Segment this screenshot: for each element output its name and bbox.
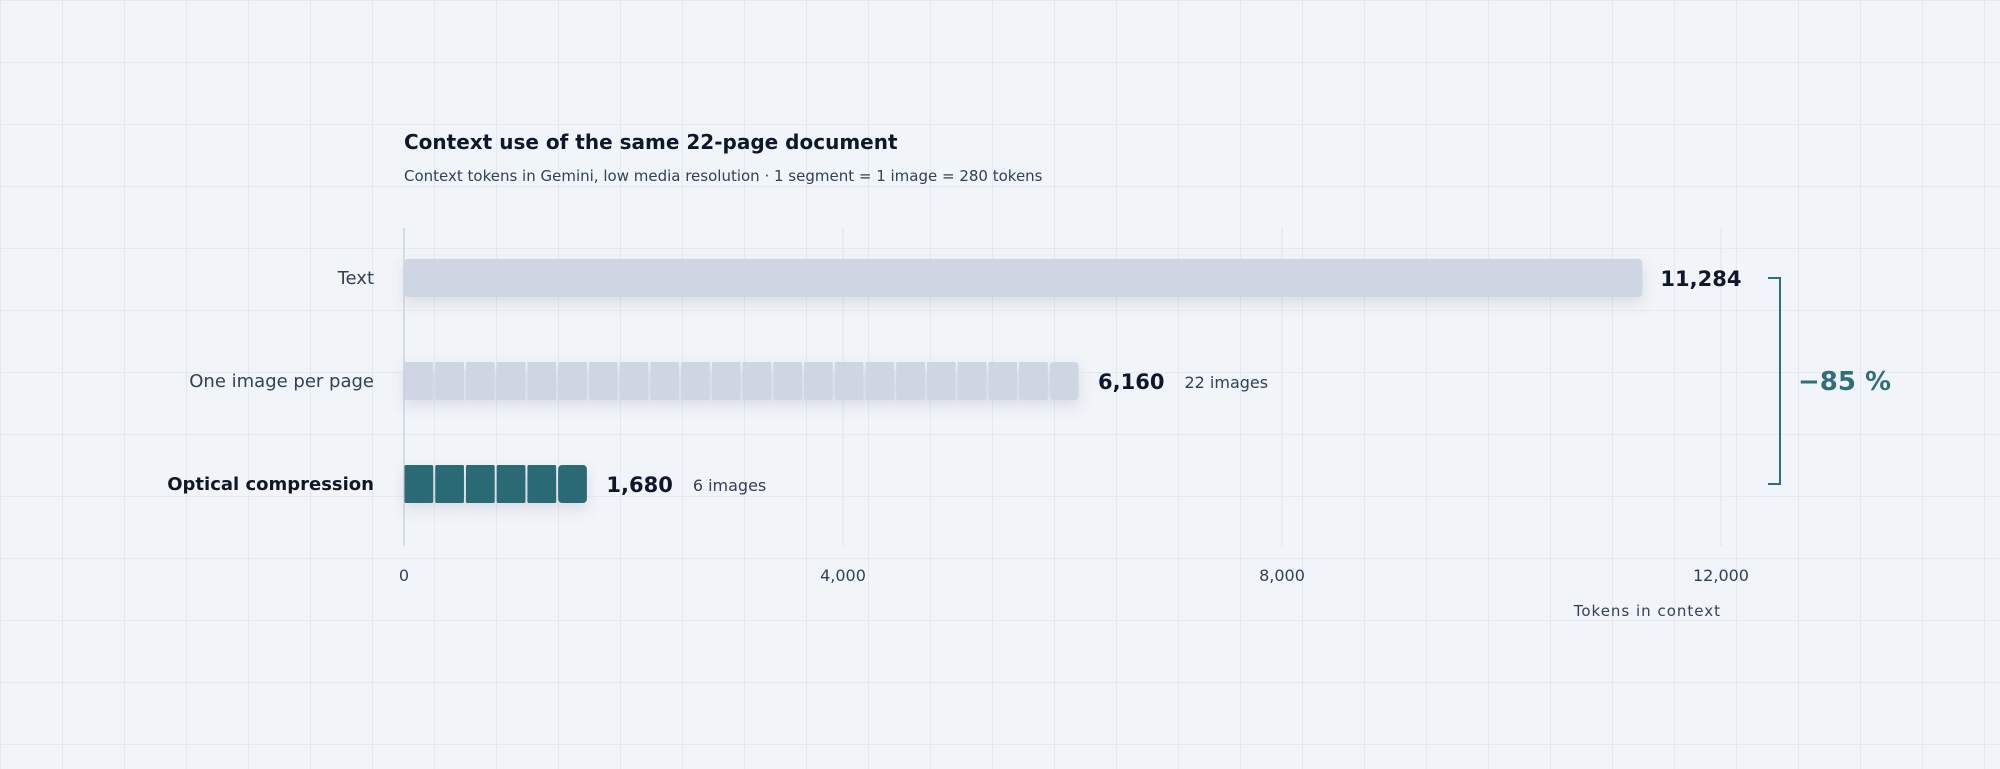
bar-segment (650, 362, 680, 400)
bar-one-image-per-page (404, 362, 1079, 400)
value-label: 1,680 (606, 473, 672, 497)
x-tick-label: 4,000 (820, 566, 866, 585)
bar-segment (1019, 362, 1048, 400)
chart-subtitle: Context tokens in Gemini, low media reso… (404, 167, 1043, 185)
bar-segment (465, 362, 495, 400)
bar-optical-compression (404, 465, 587, 503)
chart-title: Context use of the same 22-page document (404, 130, 898, 154)
bar-segment (957, 362, 987, 400)
bar-rect (404, 259, 1643, 297)
reduction-annotation: −85 % (1768, 277, 1891, 485)
bar-segment (711, 362, 741, 400)
bar-segment (404, 362, 434, 400)
category-label: One image per page (189, 371, 374, 392)
bars (404, 259, 1643, 503)
bar-segment (496, 362, 526, 400)
value-label: 6,160 (1098, 370, 1164, 394)
bar-segment (988, 362, 1018, 400)
bar-segment (588, 362, 618, 400)
category-label: Text (337, 268, 374, 289)
bar-segment (865, 362, 895, 400)
bar-segment (1049, 362, 1079, 400)
bar-text (404, 259, 1643, 297)
x-tick-label: 12,000 (1693, 566, 1749, 585)
bar-segment (558, 362, 587, 400)
bar-segment (435, 465, 464, 503)
count-note: 6 images (693, 476, 766, 495)
bar-chart: Context use of the same 22-page document… (167, 130, 1891, 620)
bar-segment (742, 362, 772, 400)
bar-segment (834, 362, 864, 400)
bracket (1768, 277, 1781, 485)
x-tick-label: 8,000 (1259, 566, 1305, 585)
bar-segment (558, 465, 587, 503)
category-label: Optical compression (167, 474, 374, 495)
bar-segment (773, 362, 802, 400)
bar-segment (435, 362, 464, 400)
chart-canvas: Context use of the same 22-page document… (0, 0, 2000, 769)
bar-segment (896, 362, 925, 400)
bar-segment (527, 362, 557, 400)
bar-segment (527, 465, 557, 503)
bar-segment (465, 465, 495, 503)
bar-segment (404, 465, 434, 503)
x-axis-ticks: 0 4,000 8,000 12,000 (399, 566, 1749, 585)
reduction-label: −85 % (1798, 367, 1891, 397)
count-note: 22 images (1184, 373, 1268, 392)
bar-segment (619, 362, 649, 400)
bar-segment (803, 362, 833, 400)
x-axis-title: Tokens in context (1573, 602, 1721, 620)
x-tick-label: 0 (399, 566, 409, 585)
bar-segment (496, 465, 526, 503)
value-label: 11,284 (1660, 267, 1741, 291)
bar-segment (681, 362, 710, 400)
bar-segment (926, 362, 956, 400)
